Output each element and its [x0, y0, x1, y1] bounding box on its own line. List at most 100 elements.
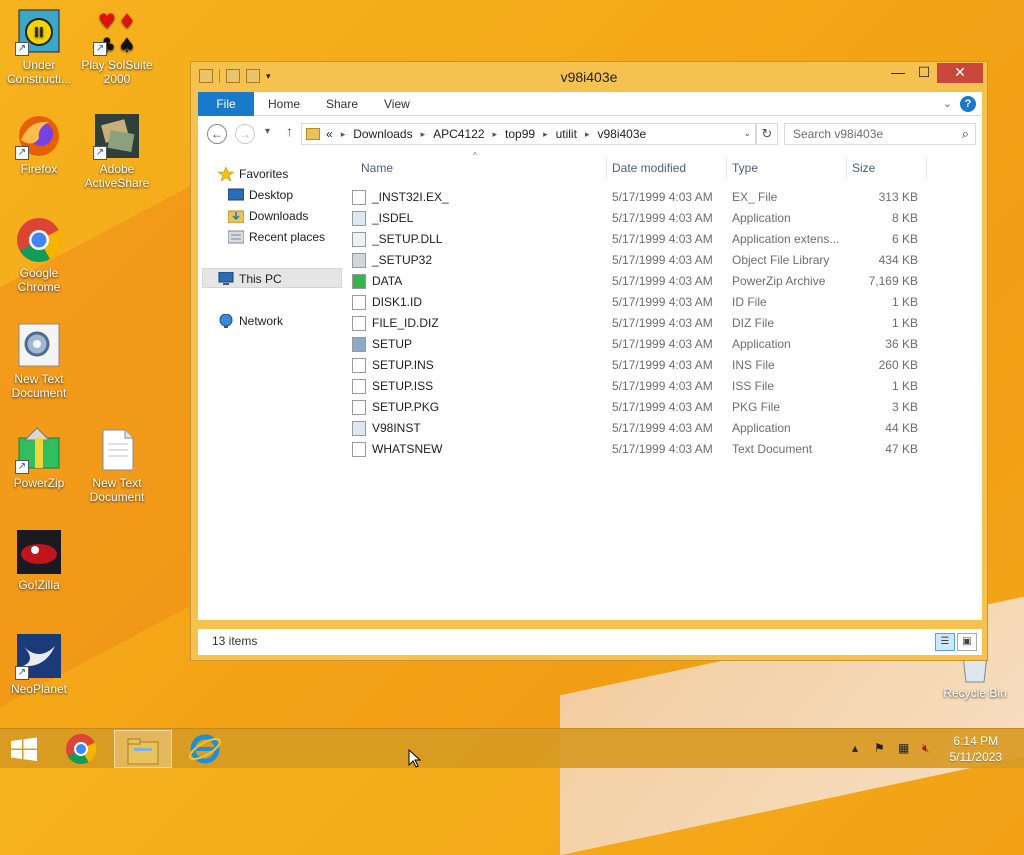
maximize-button[interactable]: ☐: [911, 63, 937, 83]
generic-file-icon: [352, 400, 366, 415]
tab-file[interactable]: File: [198, 92, 254, 116]
taskbar-file-explorer[interactable]: [114, 730, 172, 768]
file-name: V98INST: [372, 421, 421, 435]
clock[interactable]: 6:14 PM 5/11/2023: [950, 733, 1003, 765]
search-icon[interactable]: ⌕: [962, 126, 969, 142]
back-button[interactable]: ←: [207, 124, 227, 144]
chevron-right-icon[interactable]: ▸: [543, 129, 548, 140]
nav-downloads[interactable]: Downloads: [227, 206, 308, 226]
ribbon: File Home Share View ⌄ ?: [198, 92, 982, 116]
volume-muted-icon[interactable]: 🔇︎: [922, 741, 930, 756]
desktop-icon-new-text-document-1[interactable]: New Text Document: [0, 322, 78, 400]
file-size: 44 KB: [885, 421, 918, 435]
file-name: SETUP.PKG: [372, 400, 440, 414]
breadcrumb-apc4122[interactable]: APC4122: [433, 127, 484, 141]
action-center-flag-icon[interactable]: ⚑: [874, 741, 885, 755]
generic-file-icon: [352, 295, 366, 310]
column-divider[interactable]: [606, 157, 607, 179]
tab-home[interactable]: Home: [268, 92, 300, 116]
table-row[interactable]: DATA 5/17/1999 4:03 AM PowerZip Archive 7,1…: [348, 271, 982, 292]
details-view-button[interactable]: ☰: [935, 633, 955, 651]
show-hidden-icons[interactable]: ▴: [852, 741, 858, 755]
desktop-icon-activeshare[interactable]: ↗ Adobe ActiveShare: [78, 112, 156, 190]
breadcrumb-top99[interactable]: top99: [505, 127, 535, 141]
start-button[interactable]: [0, 730, 48, 768]
svg-text:♦: ♦: [118, 9, 136, 33]
breadcrumb-v98i403e[interactable]: v98i403e: [597, 127, 646, 141]
chevron-right-icon[interactable]: ▸: [585, 129, 590, 140]
file-type: Application: [732, 337, 791, 351]
file-size: 260 KB: [878, 358, 918, 372]
file-name: DATA: [372, 274, 403, 288]
column-header-date-modified[interactable]: Date modified: [612, 153, 686, 183]
desktop-icon-gozilla[interactable]: Go!Zilla: [0, 528, 78, 592]
help-button[interactable]: ?: [960, 96, 976, 112]
table-row[interactable]: SETUP.ISS 5/17/1999 4:03 AM ISS File 1 KB: [348, 376, 982, 397]
file-date-modified: 5/17/1999 4:03 AM: [612, 358, 713, 372]
forward-button[interactable]: →: [235, 124, 255, 144]
chevron-right-icon[interactable]: ▸: [421, 129, 426, 140]
desktop-icon-solsuite[interactable]: ♥ ♦ ♣ ♠ ↗ Play SolSuite 2000: [78, 8, 156, 86]
table-row[interactable]: SETUP 5/17/1999 4:03 AM Application 36 KB: [348, 334, 982, 355]
chevron-down-icon[interactable]: ⌄: [743, 128, 751, 139]
chevron-right-icon[interactable]: ▸: [493, 129, 498, 140]
tab-view[interactable]: View: [384, 92, 410, 116]
title-bar[interactable]: ▾ v98i403e — ☐ ✕: [191, 62, 987, 92]
table-row[interactable]: _INST32I.EX_ 5/17/1999 4:03 AM EX_ File 313…: [348, 187, 982, 208]
table-row[interactable]: DISK1.ID 5/17/1999 4:03 AM ID File 1 KB: [348, 292, 982, 313]
nav-label: Favorites: [239, 167, 289, 181]
table-row[interactable]: WHATSNEW 5/17/1999 4:03 AM Text Document 47…: [348, 439, 982, 460]
column-header-type[interactable]: Type: [732, 153, 758, 183]
breadcrumb-overflow[interactable]: «: [326, 127, 333, 141]
close-button[interactable]: ✕: [937, 63, 983, 83]
under-construction-icon: II ↗: [15, 8, 63, 56]
taskbar-chrome[interactable]: [52, 730, 110, 768]
table-row[interactable]: SETUP.PKG 5/17/1999 4:03 AM PKG File 3 KB: [348, 397, 982, 418]
network-tray-icon[interactable]: ▦: [898, 741, 909, 755]
application-icon: [352, 211, 366, 226]
breadcrumb-downloads[interactable]: Downloads: [353, 127, 412, 141]
svg-text:♥: ♥: [98, 9, 116, 33]
address-bar[interactable]: « ▸ Downloads ▸ APC4122 ▸ top99 ▸ utilit…: [301, 123, 756, 145]
column-divider[interactable]: [846, 157, 847, 179]
desktop-icon-chrome[interactable]: Google Chrome: [0, 216, 78, 294]
shortcut-arrow-icon: ↗: [15, 666, 29, 680]
desktop-icon-new-text-document-2[interactable]: New Text Document: [78, 426, 156, 504]
desktop-icon-label: Adobe ActiveShare: [84, 162, 150, 190]
large-icons-view-button[interactable]: ▣: [957, 633, 977, 651]
column-divider[interactable]: [726, 157, 727, 179]
table-row[interactable]: _ISDEL 5/17/1999 4:03 AM Application 8 KB: [348, 208, 982, 229]
desktop-icon-neoplanet[interactable]: ↗ NeoPlanet: [0, 632, 78, 696]
generic-file-icon: [352, 316, 366, 331]
nav-this-pc[interactable]: This PC: [218, 269, 282, 289]
file-name: _SETUP32: [372, 253, 433, 267]
nav-favorites[interactable]: Favorites: [217, 164, 289, 184]
taskbar-internet-explorer[interactable]: [176, 730, 234, 768]
nav-recent-places[interactable]: Recent places: [227, 227, 325, 247]
desktop-icon-powerzip[interactable]: ↗ PowerZip: [0, 426, 78, 490]
up-button[interactable]: ↑: [286, 123, 293, 139]
desktop-icon-firefox[interactable]: ↗ Firefox: [0, 112, 78, 176]
search-input[interactable]: Search v98i403e ⌕: [784, 123, 976, 145]
column-divider[interactable]: [926, 157, 927, 179]
minimize-button[interactable]: —: [885, 63, 911, 83]
table-row[interactable]: V98INST 5/17/1999 4:03 AM Application 44 KB: [348, 418, 982, 439]
column-header-size[interactable]: Size: [852, 153, 875, 183]
recent-locations-icon[interactable]: ▾: [265, 126, 270, 137]
breadcrumb: « ▸ Downloads ▸ APC4122 ▸ top99 ▸ utilit…: [326, 127, 646, 141]
file-explorer-icon: [127, 738, 159, 765]
refresh-button[interactable]: ↻: [756, 123, 778, 145]
column-header-name[interactable]: Name: [361, 153, 393, 183]
file-type: PowerZip Archive: [732, 274, 826, 288]
table-row[interactable]: SETUP.INS 5/17/1999 4:03 AM INS File 260 KB: [348, 355, 982, 376]
nav-network[interactable]: Network: [218, 311, 283, 331]
table-row[interactable]: FILE_ID.DIZ 5/17/1999 4:03 AM DIZ File 1 KB: [348, 313, 982, 334]
table-row[interactable]: _SETUP32 5/17/1999 4:03 AM Object File Lib…: [348, 250, 982, 271]
solsuite-icon: ♥ ♦ ♣ ♠ ↗: [93, 8, 141, 57]
breadcrumb-utilit[interactable]: utilit: [556, 127, 577, 141]
expand-ribbon-icon[interactable]: ⌄: [943, 97, 952, 110]
table-row[interactable]: _SETUP.DLL 5/17/1999 4:03 AM Application e…: [348, 229, 982, 250]
desktop-icon-under-construction[interactable]: II ↗ Under Constructi...: [0, 8, 78, 86]
tab-share[interactable]: Share: [326, 92, 358, 116]
nav-desktop[interactable]: Desktop: [227, 185, 293, 205]
